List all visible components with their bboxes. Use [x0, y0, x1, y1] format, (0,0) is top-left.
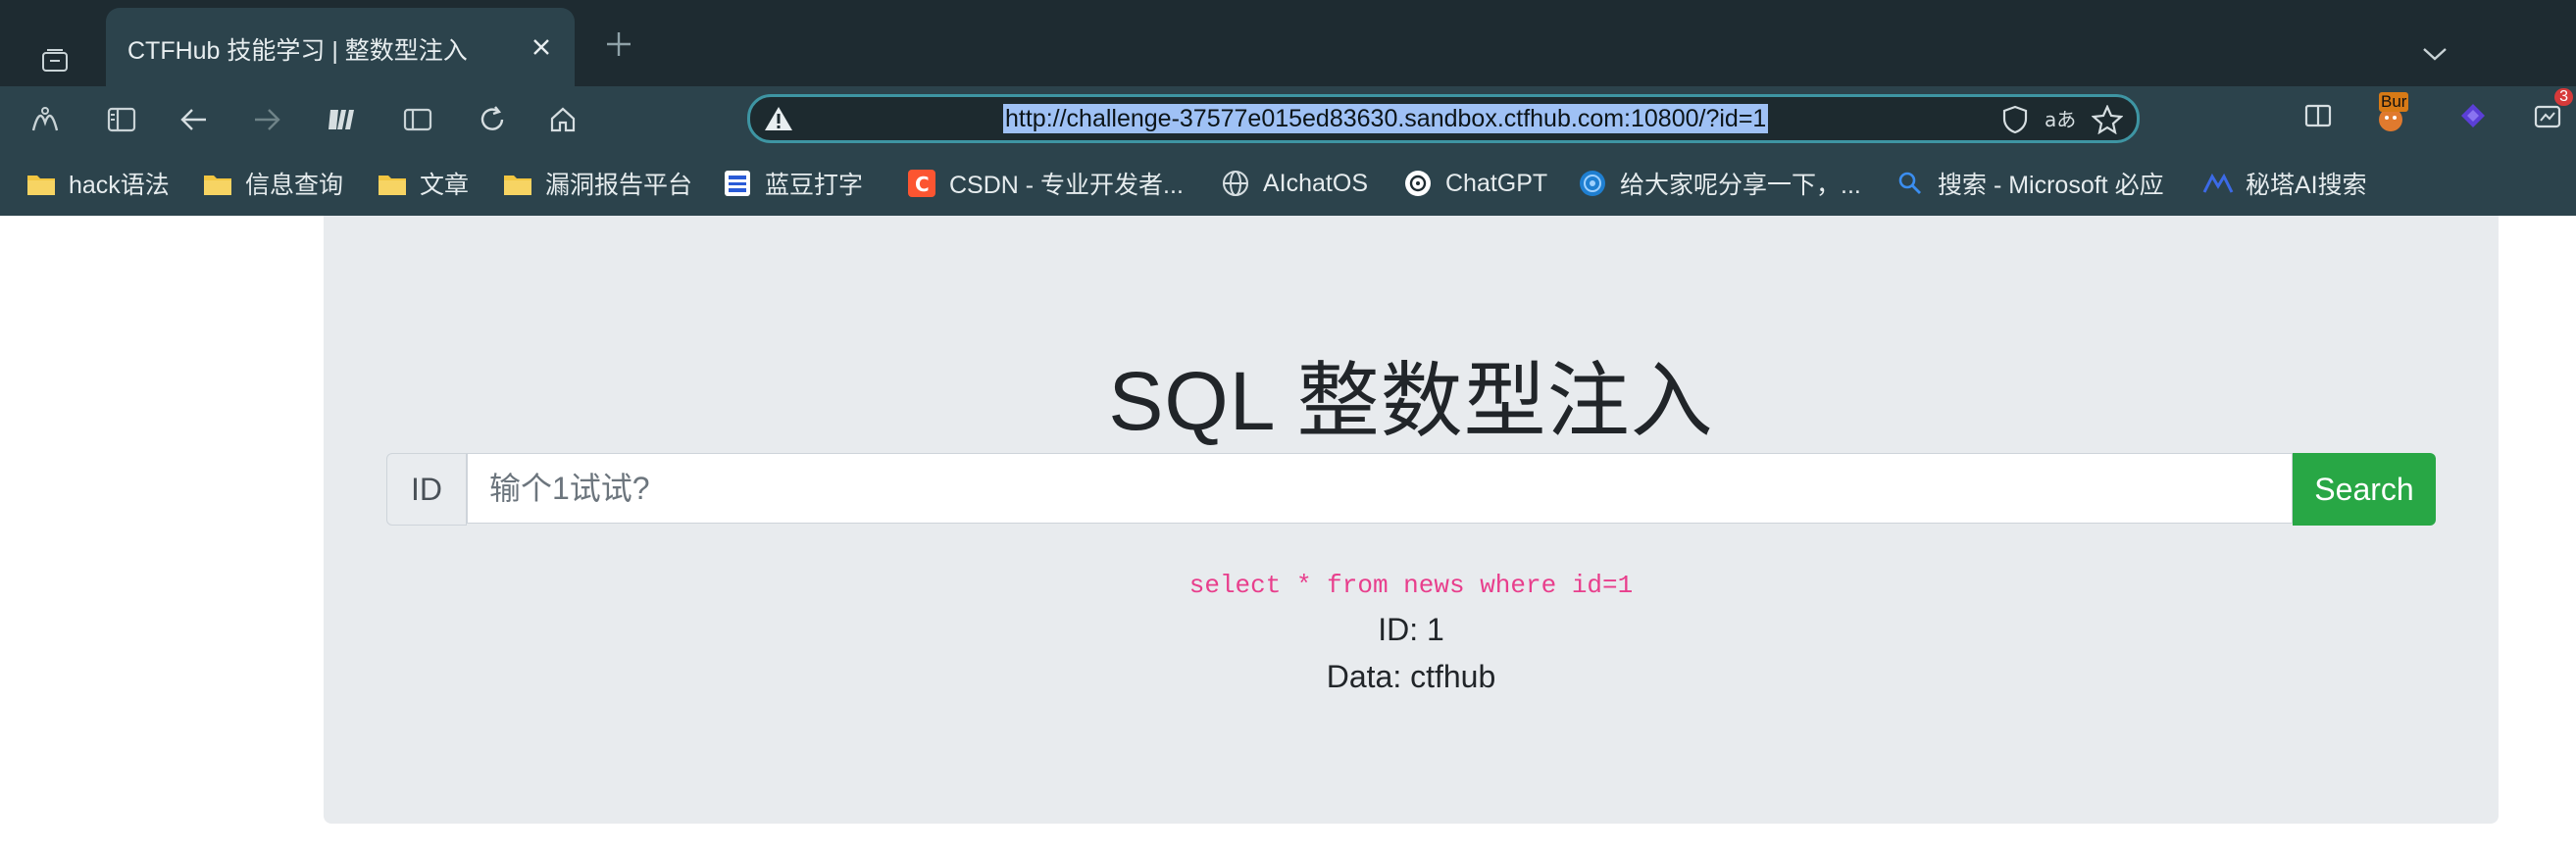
- split-view-icon: [2304, 104, 2332, 127]
- refresh-button[interactable]: [471, 98, 514, 141]
- shield-icon[interactable]: [1997, 103, 2033, 136]
- favorite-star-icon[interactable]: [2090, 103, 2125, 136]
- warning-icon[interactable]: [762, 103, 795, 134]
- csdn-icon: C: [906, 168, 937, 199]
- bookmark-label: 搜索 - Microsoft 必应: [1938, 172, 2164, 199]
- sidebar-icon: [107, 107, 136, 132]
- close-icon: [533, 39, 549, 55]
- bookmark-folder-articles[interactable]: 文章: [377, 165, 469, 202]
- diamond-extension-icon: [2461, 104, 2485, 127]
- extension-button[interactable]: [2451, 94, 2495, 137]
- bookmark-label: 秘塔AI搜索: [2246, 172, 2367, 199]
- tab-actions-button[interactable]: [27, 33, 82, 88]
- id-input[interactable]: [467, 453, 2293, 524]
- bookmark-csdn[interactable]: C CSDN - 专业开发者...: [906, 165, 1184, 202]
- folder-icon: [502, 168, 533, 199]
- burp-extension-label: Bur: [2379, 92, 2409, 112]
- bookmark-label: 蓝豆打字: [765, 172, 864, 199]
- id-prepend-label: ID: [386, 453, 467, 526]
- bookmark-label: 漏洞报告平台: [545, 172, 693, 199]
- search-icon: [1894, 168, 1926, 199]
- bookmark-bing[interactable]: 搜索 - Microsoft 必应: [1894, 165, 2164, 202]
- metaso-icon: [2202, 168, 2234, 199]
- svg-text:C: C: [915, 173, 930, 196]
- landou-icon: [722, 168, 753, 199]
- arrow-right-icon: [255, 109, 280, 130]
- bookmark-label: ChatGPT: [1445, 169, 1548, 197]
- notification-extension-button[interactable]: 3: [2526, 88, 2573, 137]
- sql-query-text: select * from news where id=1: [1188, 571, 1634, 600]
- home-icon: [550, 107, 576, 132]
- workspace-icon: [328, 110, 354, 129]
- bookmark-folder-vuln[interactable]: 漏洞报告平台: [502, 165, 692, 202]
- page-viewport: SQL 整数型注入 ID Search select * from news w…: [0, 216, 2576, 854]
- bookmark-folder-hack[interactable]: hack语法: [25, 165, 170, 202]
- split-screen-button[interactable]: [396, 98, 439, 141]
- address-bar[interactable]: http://challenge-37577e015ed83630.sandbo…: [747, 94, 2140, 143]
- bookmark-folder-info[interactable]: 信息查询: [202, 165, 343, 202]
- url-text[interactable]: http://challenge-37577e015ed83630.sandbo…: [1003, 104, 1769, 133]
- forward-button[interactable]: [245, 98, 288, 141]
- folder-icon: [25, 168, 57, 199]
- new-tab-button[interactable]: [598, 24, 639, 65]
- bookmark-label: 给大家呢分享一下，...: [1620, 172, 1861, 199]
- page-title: SQL 整数型注入: [1108, 355, 1714, 447]
- bookmark-landou[interactable]: 蓝豆打字: [722, 165, 863, 202]
- search-button[interactable]: Search: [2293, 453, 2436, 526]
- browser-chrome: CTFHub 技能学习 | 整数型注入 http://challenge-375…: [0, 0, 2576, 216]
- chatgpt-icon: [1402, 168, 1434, 199]
- sidebar-toggle-button[interactable]: [100, 98, 143, 141]
- chevron-down-icon: [2423, 48, 2447, 61]
- refresh-icon: [480, 106, 504, 130]
- result-id: ID: 1: [1378, 612, 1444, 647]
- arrow-left-icon: [180, 109, 206, 130]
- bookmark-label: hack语法: [69, 172, 170, 199]
- site-icon: [1577, 168, 1608, 199]
- toolbar: http://challenge-37577e015ed83630.sandbo…: [0, 86, 2576, 151]
- active-tab[interactable]: CTFHub 技能学习 | 整数型注入: [106, 8, 575, 86]
- bookmark-label: AIchatOS: [1263, 169, 1368, 197]
- copilot-button[interactable]: [24, 98, 67, 141]
- globe-icon: [1220, 168, 1251, 199]
- tab-close-button[interactable]: [522, 27, 561, 67]
- bookmark-chatgpt[interactable]: ChatGPT: [1402, 165, 1547, 202]
- bookmark-share[interactable]: 给大家呢分享一下，...: [1577, 165, 1861, 202]
- folder-icon: [202, 168, 233, 199]
- burp-extension-button[interactable]: Bur: [2369, 92, 2412, 137]
- bookmark-label: 信息查询: [245, 172, 344, 199]
- copilot-icon: [31, 107, 59, 131]
- bookmark-label: CSDN - 专业开发者...: [949, 172, 1184, 199]
- tab-actions-icon: [42, 49, 68, 72]
- search-form: ID Search: [386, 453, 2436, 526]
- home-button[interactable]: [541, 98, 584, 141]
- svg-text:aあ: aあ: [2045, 108, 2076, 131]
- bookmark-aichatos[interactable]: AIchatOS: [1220, 165, 1368, 202]
- plus-icon: [607, 32, 631, 56]
- notification-badge: 3: [2554, 88, 2573, 106]
- workspace-button[interactable]: [320, 98, 363, 141]
- split-screen-icon: [403, 108, 432, 131]
- tab-strip: CTFHub 技能学习 | 整数型注入: [0, 0, 2576, 86]
- tab-title: CTFHub 技能学习 | 整数型注入: [127, 37, 468, 65]
- result-data: Data: ctfhub: [1326, 659, 1496, 694]
- split-view-button[interactable]: [2297, 94, 2340, 137]
- bookmarks-bar: hack语法 信息查询 文章 漏洞报告平台 蓝豆打字 C CSDN - 专业开发…: [0, 151, 2576, 216]
- back-button[interactable]: [173, 98, 216, 141]
- bookmark-label: 文章: [420, 172, 470, 199]
- translate-icon[interactable]: aあ: [2043, 103, 2078, 136]
- tab-list-button[interactable]: [2414, 33, 2455, 75]
- folder-icon: [377, 168, 408, 199]
- jumbotron: SQL 整数型注入 ID Search select * from news w…: [324, 216, 2499, 824]
- bookmark-metaso[interactable]: 秘塔AI搜索: [2202, 165, 2367, 202]
- notification-extension-icon: [2534, 105, 2561, 128]
